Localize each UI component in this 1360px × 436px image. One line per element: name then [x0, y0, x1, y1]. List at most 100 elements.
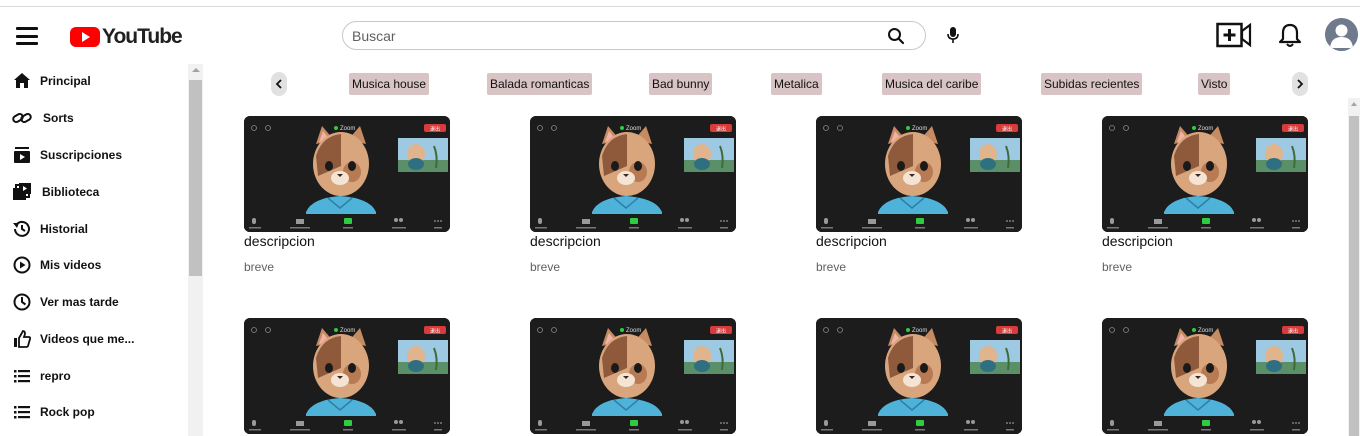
category-chips: Musica house Balada romanticas Bad bunny…: [210, 70, 1350, 100]
leave-button-label: 退出: [1002, 126, 1012, 133]
main-scroll-thumb[interactable]: [1349, 116, 1359, 436]
video-title[interactable]: descripcion: [530, 233, 736, 249]
video-title[interactable]: descripcion: [1102, 233, 1308, 249]
zoom-label: Zoom: [912, 328, 927, 334]
zoom-label: Zoom: [1198, 328, 1213, 334]
sidebar-item-suscripciones[interactable]: Suscripciones: [0, 137, 184, 173]
leave-button-label: 退出: [716, 126, 726, 133]
video-thumbnail-image: Zoom 退出: [1102, 318, 1308, 434]
sidebar-item-label: Mis videos: [40, 258, 102, 272]
library-icon: [12, 182, 32, 202]
chip-subidas-recientes[interactable]: Subidas recientes: [1041, 73, 1143, 95]
sidebar: Principal Sorts Suscripciones Biblioteca…: [0, 62, 205, 436]
video-thumbnail[interactable]: Zoom 退出: [1102, 116, 1308, 232]
video-thumbnail[interactable]: Zoom 退出: [244, 318, 450, 434]
sidebar-item-principal[interactable]: Principal: [0, 63, 184, 99]
sidebar-item-label: Rock pop: [40, 405, 95, 419]
playlist-icon: [12, 366, 32, 386]
sidebar-item-label: Principal: [40, 74, 91, 88]
logo-text: YouTube: [102, 25, 183, 48]
youtube-play-icon: [70, 27, 100, 47]
avatar-icon: [1325, 18, 1358, 51]
scroll-up-icon[interactable]: [1351, 102, 1357, 106]
search-input[interactable]: [342, 21, 868, 50]
video-subtitle: breve: [244, 260, 275, 274]
menu-icon[interactable]: [16, 27, 38, 45]
video-thumbnail[interactable]: Zoom 退出: [530, 318, 736, 434]
chip-balada-romanticas[interactable]: Balada romanticas: [487, 73, 593, 95]
sidebar-item-historial[interactable]: Historial: [0, 211, 184, 247]
subscriptions-icon: [12, 145, 32, 165]
video-subtitle: breve: [816, 260, 847, 274]
video-thumbnail[interactable]: Zoom 退出: [816, 318, 1022, 434]
youtube-logo[interactable]: YouTube: [70, 25, 183, 49]
sidebar-item-biblioteca[interactable]: Biblioteca: [0, 174, 184, 210]
create-video-button[interactable]: [1216, 21, 1252, 49]
chip-visto[interactable]: Visto: [1198, 73, 1231, 95]
avatar[interactable]: [1325, 18, 1358, 51]
video-thumbnail-image: Zoom 退出: [530, 318, 736, 434]
video-title[interactable]: descripcion: [244, 233, 450, 249]
chip-musica-house[interactable]: Musica house: [349, 73, 430, 95]
sidebar-item-ver-mas-tarde[interactable]: Ver mas tarde: [0, 284, 184, 320]
sidebar-item-repro[interactable]: repro: [0, 358, 184, 394]
video-card[interactable]: Zoom 退出 descripcion breve: [1102, 116, 1308, 274]
leave-button-label: 退出: [716, 328, 726, 335]
chevron-left-icon: [275, 79, 282, 89]
leave-button-label: 退出: [430, 126, 440, 133]
chip-metalica[interactable]: Metalica: [771, 73, 822, 95]
video-thumbnail[interactable]: Zoom 退出: [816, 116, 1022, 232]
sidebar-item-videos-que-me-gustan[interactable]: Videos que me...: [0, 321, 184, 357]
zoom-label: Zoom: [340, 126, 355, 132]
video-subtitle: breve: [530, 260, 561, 274]
sidebar-item-sorts[interactable]: Sorts: [0, 100, 184, 136]
video-card[interactable]: Zoom 退出: [1102, 318, 1308, 436]
sidebar-item-label: Sorts: [43, 111, 74, 125]
video-subtitle: breve: [1102, 260, 1133, 274]
video-thumbnail-image: Zoom 退出: [1102, 116, 1308, 232]
history-icon: [12, 219, 32, 239]
sidebar-scroll-thumb[interactable]: [189, 80, 202, 276]
sidebar-item-label: repro: [40, 369, 71, 383]
video-card[interactable]: Zoom 退出 descripcion breve: [816, 116, 1022, 274]
search-button[interactable]: [867, 21, 926, 50]
video-thumbnail-image: Zoom 退出: [816, 318, 1022, 434]
scroll-up-icon[interactable]: [192, 68, 200, 72]
video-thumbnail-image: Zoom 退出: [816, 116, 1022, 232]
playlist-icon: [12, 402, 32, 422]
video-card[interactable]: Zoom 退出: [244, 318, 450, 436]
video-title[interactable]: descripcion: [816, 233, 1022, 249]
zoom-label: Zoom: [626, 126, 641, 132]
sidebar-item-label: Videos que me...: [40, 332, 135, 346]
youtube-clone-page: YouTube Buscar Principal Sorts Suscripci…: [0, 0, 1360, 436]
sidebar-item-mis-videos[interactable]: Mis videos: [0, 247, 184, 283]
thumbs-up-icon: [12, 329, 32, 349]
leave-button-label: 退出: [430, 328, 440, 335]
video-card[interactable]: Zoom 退出 descripcion breve: [244, 116, 450, 274]
video-card[interactable]: Zoom 退出: [816, 318, 1022, 436]
chip-bad-bunny[interactable]: Bad bunny: [649, 73, 713, 95]
video-thumbnail[interactable]: Zoom 退出: [244, 116, 450, 232]
video-card[interactable]: Zoom 退出: [530, 318, 736, 436]
leave-button-label: 退出: [1002, 328, 1012, 335]
chips-next-button[interactable]: [1292, 72, 1308, 96]
play-circle-icon: [12, 255, 32, 275]
mic-button[interactable]: [942, 24, 964, 46]
video-thumbnail-image: Zoom 退出: [244, 116, 450, 232]
clock-icon: [12, 292, 32, 312]
sidebar-item-rock-pop[interactable]: Rock pop: [0, 394, 184, 430]
video-thumbnail[interactable]: Zoom 退出: [530, 116, 736, 232]
search-bar: [342, 21, 926, 50]
sidebar-item-label: Ver mas tarde: [40, 295, 119, 309]
home-icon: [12, 71, 32, 91]
sidebar-scrollbar[interactable]: [188, 64, 203, 436]
chip-musica-del-caribe[interactable]: Musica del caribe: [882, 73, 982, 95]
video-card[interactable]: Zoom 退出 descripcion breve: [530, 116, 736, 274]
main-scrollbar[interactable]: [1348, 98, 1360, 436]
chips-prev-button[interactable]: [271, 72, 287, 96]
zoom-label: Zoom: [626, 328, 641, 334]
video-thumbnail[interactable]: Zoom 退出: [1102, 318, 1308, 434]
chevron-right-icon: [1297, 79, 1304, 89]
sidebar-item-label: Suscripciones: [40, 148, 123, 162]
notifications-button[interactable]: [1276, 21, 1304, 49]
